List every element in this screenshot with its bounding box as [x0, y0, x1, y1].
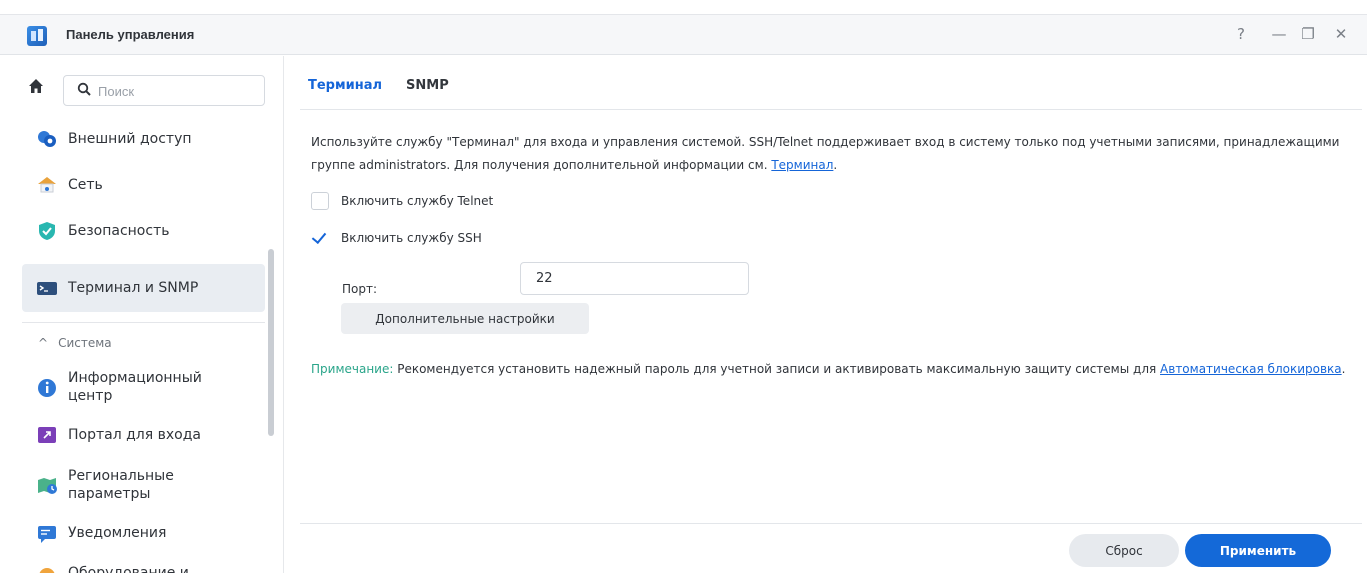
- tab-bar: Терминал SNMP: [308, 78, 449, 93]
- help-button[interactable]: ?: [1230, 23, 1252, 45]
- description-end: .: [833, 158, 838, 172]
- chevron-up-icon: ^: [38, 336, 49, 350]
- close-button[interactable]: ✕: [1330, 23, 1352, 45]
- auto-block-link[interactable]: Автоматическая блокировка: [1160, 362, 1342, 376]
- notifications-icon: [36, 522, 58, 544]
- sidebar-item-notifications[interactable]: Уведомления: [22, 516, 265, 550]
- telnet-checkbox[interactable]: [311, 192, 329, 210]
- terminal-help-link[interactable]: Терминал: [771, 158, 833, 172]
- section-label: Система: [58, 336, 112, 350]
- sidebar-item-login-portal[interactable]: Портал для входа: [22, 418, 265, 452]
- sidebar-item-network[interactable]: Сеть: [22, 168, 265, 202]
- sidebar-divider: [22, 322, 265, 323]
- titlebar: Панель управления ? — ❐ ✕: [0, 15, 1367, 55]
- port-input[interactable]: [520, 262, 749, 295]
- sidebar-item-label: Терминал и SNMP: [68, 280, 199, 296]
- sidebar-item-security[interactable]: Безопасность: [22, 214, 265, 248]
- sidebar: Внешний доступ Сеть Безопасность Термина…: [0, 56, 282, 573]
- description: Используйте службу "Терминал" для входа …: [311, 131, 1351, 177]
- control-panel-app-icon: [27, 26, 47, 46]
- tab-terminal[interactable]: Терминал: [308, 78, 382, 93]
- note-end: .: [1341, 362, 1346, 376]
- hardware-icon: [36, 562, 58, 573]
- sidebar-item-label: Уведомления: [68, 525, 167, 541]
- sidebar-item-label: Портал для входа: [68, 427, 201, 443]
- telnet-label: Включить службу Telnet: [341, 194, 494, 208]
- reset-button[interactable]: Сброс: [1069, 534, 1179, 567]
- note-prefix: Примечание:: [311, 362, 394, 376]
- sidebar-item-label: Информационный центр: [68, 370, 202, 404]
- regional-icon: [36, 474, 58, 496]
- login-portal-icon: [36, 424, 58, 446]
- window-title: Панель управления: [66, 27, 195, 42]
- minimize-button[interactable]: —: [1268, 23, 1290, 45]
- advanced-settings-button[interactable]: Дополнительные настройки: [341, 303, 589, 334]
- ssh-label: Включить службу SSH: [341, 231, 482, 245]
- shield-icon: [36, 220, 58, 242]
- sidebar-item-regional[interactable]: Региональные параметры: [22, 461, 265, 509]
- note: Примечание: Рекомендуется установить над…: [311, 358, 1351, 381]
- sidebar-item-external-access[interactable]: Внешний доступ: [22, 122, 265, 156]
- sidebar-item-label: Безопасность: [68, 223, 170, 239]
- ssh-checkbox[interactable]: [311, 229, 329, 247]
- sidebar-scrollbar[interactable]: [268, 249, 274, 436]
- sidebar-item-info-center[interactable]: Информационный центр: [22, 363, 265, 411]
- tab-divider: [300, 109, 1362, 110]
- apply-button[interactable]: Применить: [1185, 534, 1331, 567]
- tab-snmp[interactable]: SNMP: [406, 78, 449, 93]
- sidebar-item-label: Внешний доступ: [68, 131, 192, 147]
- footer-divider: [300, 523, 1362, 524]
- network-icon: [36, 174, 58, 196]
- note-text: Рекомендуется установить надежный пароль…: [393, 362, 1161, 376]
- control-panel-window: Панель управления ? — ❐ ✕ Внешний доступ…: [0, 14, 1367, 573]
- telnet-option[interactable]: Включить службу Telnet: [311, 192, 493, 210]
- search-icon: [77, 82, 91, 96]
- sidebar-item-hardware[interactable]: Оборудование и: [22, 556, 265, 573]
- external-access-icon: [36, 128, 58, 150]
- ssh-option[interactable]: Включить службу SSH: [311, 229, 482, 247]
- port-label: Порт:: [342, 282, 378, 296]
- home-icon[interactable]: [26, 76, 46, 96]
- restore-button[interactable]: ❐: [1297, 23, 1319, 45]
- terminal-icon: [36, 277, 58, 299]
- main-content: Терминал SNMP Используйте службу "Термин…: [283, 56, 1367, 573]
- info-icon: [36, 376, 58, 398]
- search-box[interactable]: [63, 75, 265, 106]
- sidebar-item-label: Региональные параметры: [68, 468, 174, 502]
- sidebar-item-terminal-snmp[interactable]: Терминал и SNMP: [22, 264, 265, 312]
- search-input[interactable]: [98, 82, 258, 100]
- sidebar-item-label: Сеть: [68, 177, 103, 193]
- section-system[interactable]: ^ Система: [38, 336, 112, 350]
